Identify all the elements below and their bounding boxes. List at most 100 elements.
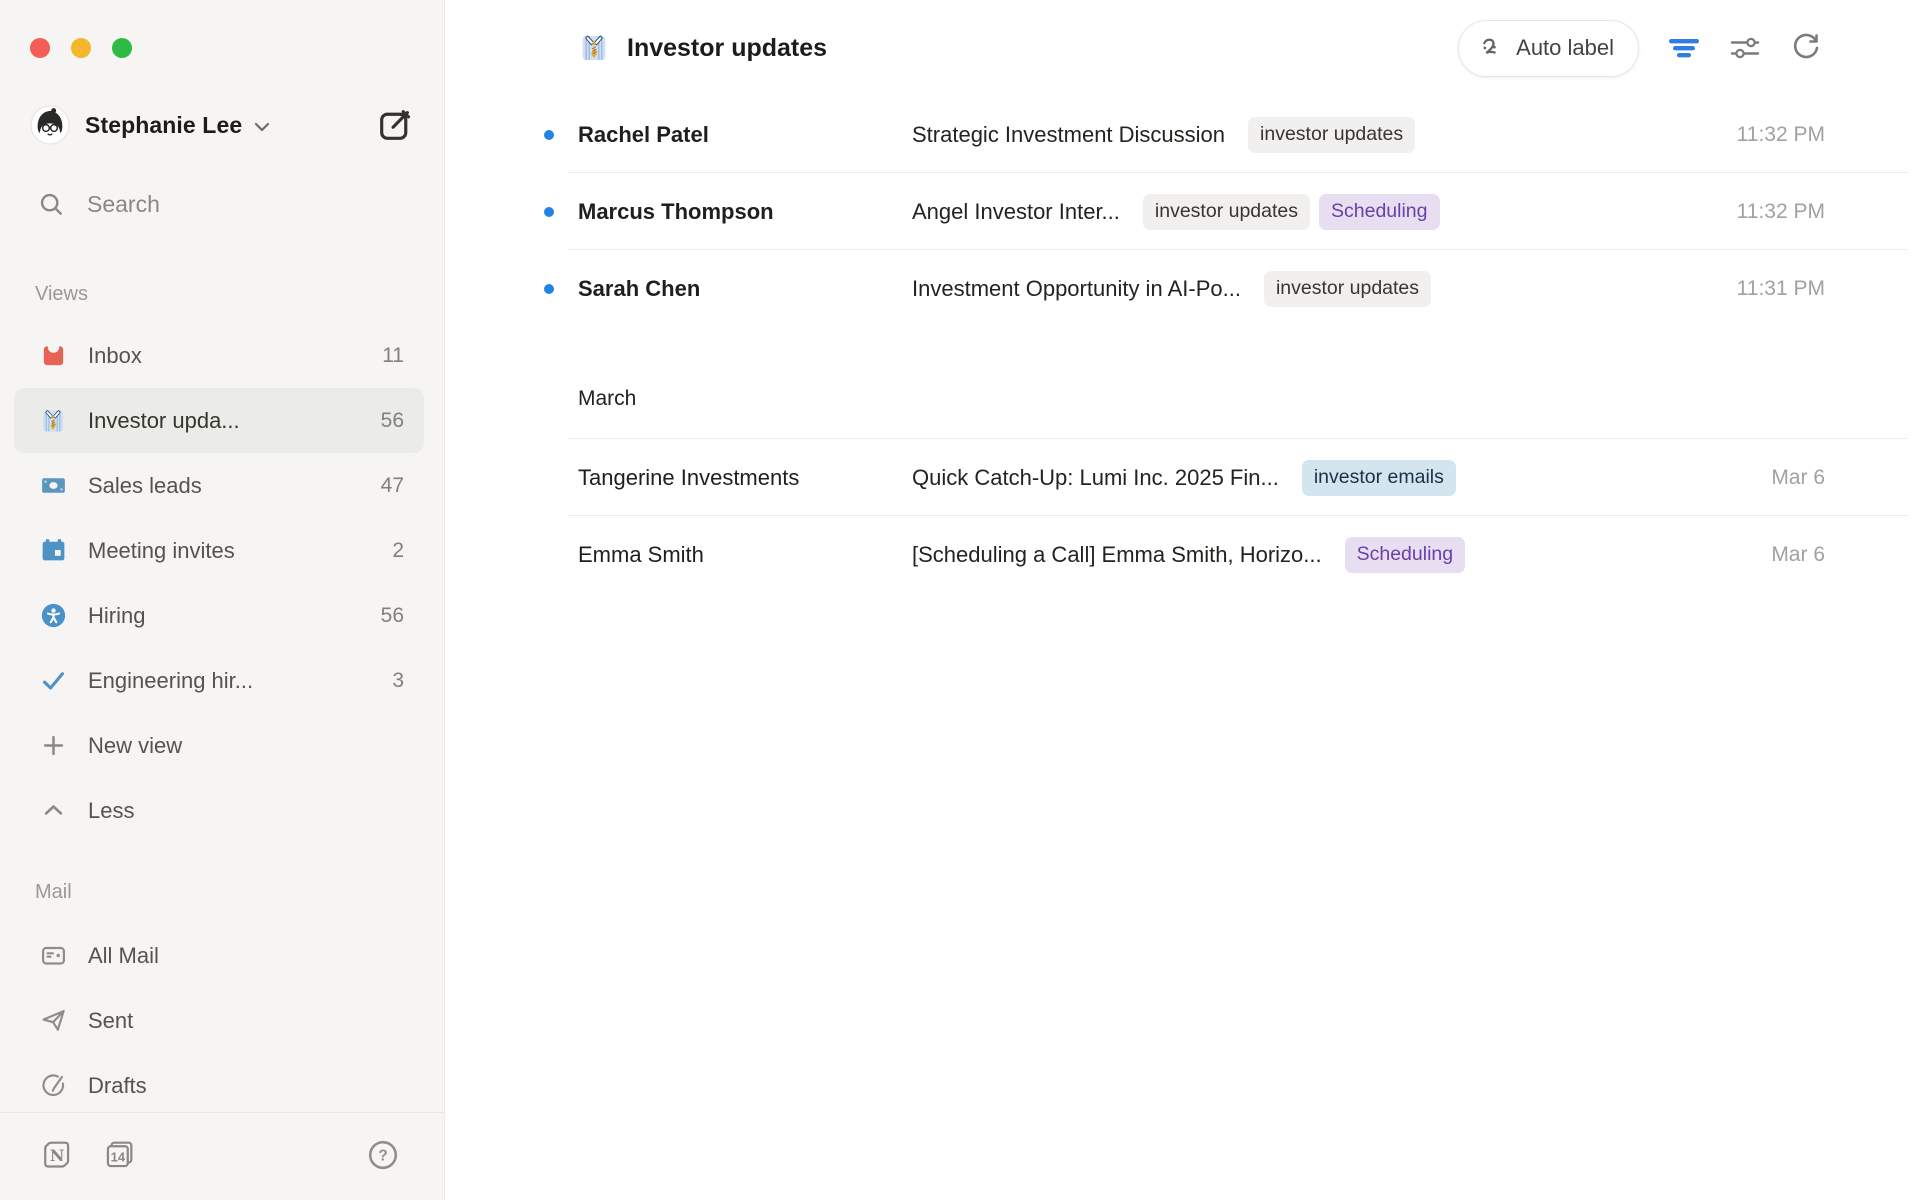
page-title: Investor updates	[578, 0, 827, 96]
mail-section-header: Mail	[35, 881, 72, 904]
sliders-icon[interactable]	[1729, 32, 1761, 64]
unread-dot	[544, 284, 554, 294]
unread-count: 3	[392, 669, 404, 693]
group-header-label: March	[578, 387, 636, 411]
email-time: 11:31 PM	[1737, 277, 1825, 301]
refresh-icon[interactable]	[1790, 32, 1822, 64]
chevron-down-icon	[254, 122, 270, 132]
sidebar-item-label: Hiring	[88, 603, 381, 629]
email-sender: Marcus Thompson	[578, 199, 912, 225]
person-circle-icon	[38, 601, 68, 631]
calendar-icon	[38, 536, 68, 566]
label-badge[interactable]: investor emails	[1302, 460, 1456, 496]
envelope-icon	[38, 941, 68, 971]
main-content: Investor updates Auto label	[445, 0, 1920, 1200]
notion-calendar-icon[interactable]: 14	[103, 1138, 136, 1171]
email-row[interactable]: Emma Smith [Scheduling a Call] Emma Smit…	[445, 516, 1920, 593]
new-view-label: New view	[88, 733, 404, 759]
sidebar-item-inbox[interactable]: Inbox 11	[14, 323, 424, 388]
banknote-icon	[38, 471, 68, 501]
chevron-up-icon	[38, 796, 68, 826]
sidebar-item-sent[interactable]: Sent	[14, 988, 424, 1053]
sidebar-item-drafts[interactable]: Drafts	[14, 1053, 424, 1118]
notion-mail-window: Stephanie Lee Search Views	[0, 0, 1920, 1200]
checkmark-icon	[38, 666, 68, 696]
label-badge[interactable]: Scheduling	[1345, 537, 1466, 573]
sidebar-footer-divider	[0, 1112, 444, 1113]
unread-count: 2	[392, 539, 404, 563]
email-time: Mar 6	[1771, 466, 1825, 490]
filter-icon[interactable]	[1668, 32, 1700, 64]
unread-count: 56	[381, 604, 404, 628]
search-icon	[37, 190, 66, 219]
new-view-button[interactable]: New view	[14, 713, 424, 778]
sidebar-item-all-mail[interactable]: All Mail	[14, 923, 424, 988]
plus-icon	[38, 731, 68, 761]
email-sender: Sarah Chen	[578, 276, 912, 302]
unread-count: 47	[381, 474, 404, 498]
sidebar-item-label: Inbox	[88, 343, 382, 369]
svg-text:?: ?	[378, 1148, 387, 1165]
sidebar-item-hiring[interactable]: Hiring 56	[14, 583, 424, 648]
email-row[interactable]: Tangerine Investments Quick Catch-Up: Lu…	[445, 439, 1920, 516]
minimize-window-button[interactable]	[71, 38, 91, 58]
email-time: 11:32 PM	[1737, 123, 1825, 147]
email-time: Mar 6	[1771, 543, 1825, 567]
sidebar-item-meeting-invites[interactable]: Meeting invites 2	[14, 518, 424, 583]
auto-label-text: Auto label	[1516, 35, 1614, 61]
sidebar-footer: N 14	[40, 1138, 136, 1171]
label-badge[interactable]: investor updates	[1248, 117, 1415, 153]
svg-text:N: N	[50, 1146, 64, 1165]
unread-count: 11	[382, 344, 404, 368]
main-header: Investor updates Auto label	[445, 0, 1920, 96]
avatar	[30, 105, 70, 145]
label-badge[interactable]: investor updates	[1264, 271, 1431, 307]
search-button[interactable]: Search	[37, 184, 160, 224]
email-subject: Strategic Investment Discussion	[912, 122, 1225, 148]
inbox-tray-icon	[38, 341, 68, 371]
label-badge[interactable]: investor updates	[1143, 194, 1310, 230]
email-sender: Tangerine Investments	[578, 465, 912, 491]
unread-dot	[544, 130, 554, 140]
notion-logo-icon[interactable]: N	[40, 1138, 73, 1171]
sidebar-item-label: All Mail	[88, 943, 404, 969]
window-controls	[30, 38, 132, 58]
auto-label-wand-icon	[1477, 34, 1505, 62]
email-subject: [Scheduling a Call] Emma Smith, Horizo..…	[912, 542, 1322, 568]
close-window-button[interactable]	[30, 38, 50, 58]
account-switcher[interactable]: Stephanie Lee	[30, 102, 270, 148]
sidebar: Stephanie Lee Search Views	[0, 0, 445, 1200]
email-row[interactable]: Sarah Chen Investment Opportunity in AI-…	[445, 250, 1920, 327]
email-subject: Angel Investor Inter...	[912, 199, 1120, 225]
toolbar: Auto label	[1458, 0, 1822, 96]
unread-count: 56	[381, 409, 404, 433]
view-title: Investor updates	[627, 34, 827, 63]
necktie-emoji	[38, 406, 68, 436]
mail-list: All Mail Sent Drafts	[14, 923, 424, 1118]
paper-plane-icon	[38, 1006, 68, 1036]
zoom-window-button[interactable]	[112, 38, 132, 58]
email-sender: Rachel Patel	[578, 122, 912, 148]
show-less-button[interactable]: Less	[14, 778, 424, 843]
sidebar-item-sales-leads[interactable]: Sales leads 47	[14, 453, 424, 518]
svg-text:14: 14	[111, 1149, 126, 1164]
label-badge[interactable]: Scheduling	[1319, 194, 1440, 230]
sidebar-item-investor-updates[interactable]: Investor upda... 56	[14, 388, 424, 453]
pencil-circle-icon	[38, 1071, 68, 1101]
user-name: Stephanie Lee	[85, 112, 242, 139]
email-row[interactable]: Rachel Patel Strategic Investment Discus…	[445, 96, 1920, 173]
sidebar-item-label: Drafts	[88, 1073, 404, 1099]
views-list: Inbox 11 Investor upda... 56	[14, 323, 424, 843]
help-icon[interactable]: ?	[367, 1139, 399, 1171]
auto-label-button[interactable]: Auto label	[1458, 20, 1639, 77]
necktie-emoji	[578, 32, 610, 64]
email-sender: Emma Smith	[578, 542, 912, 568]
date-group-header: March	[445, 327, 1920, 439]
sidebar-item-label: Investor upda...	[88, 408, 381, 434]
unread-dot	[544, 207, 554, 217]
sidebar-item-label: Sent	[88, 1008, 404, 1034]
sidebar-item-engineering-hiring[interactable]: Engineering hir... 3	[14, 648, 424, 713]
email-row[interactable]: Marcus Thompson Angel Investor Inter... …	[445, 173, 1920, 250]
sidebar-item-label: Sales leads	[88, 473, 381, 499]
compose-icon[interactable]	[376, 106, 414, 144]
